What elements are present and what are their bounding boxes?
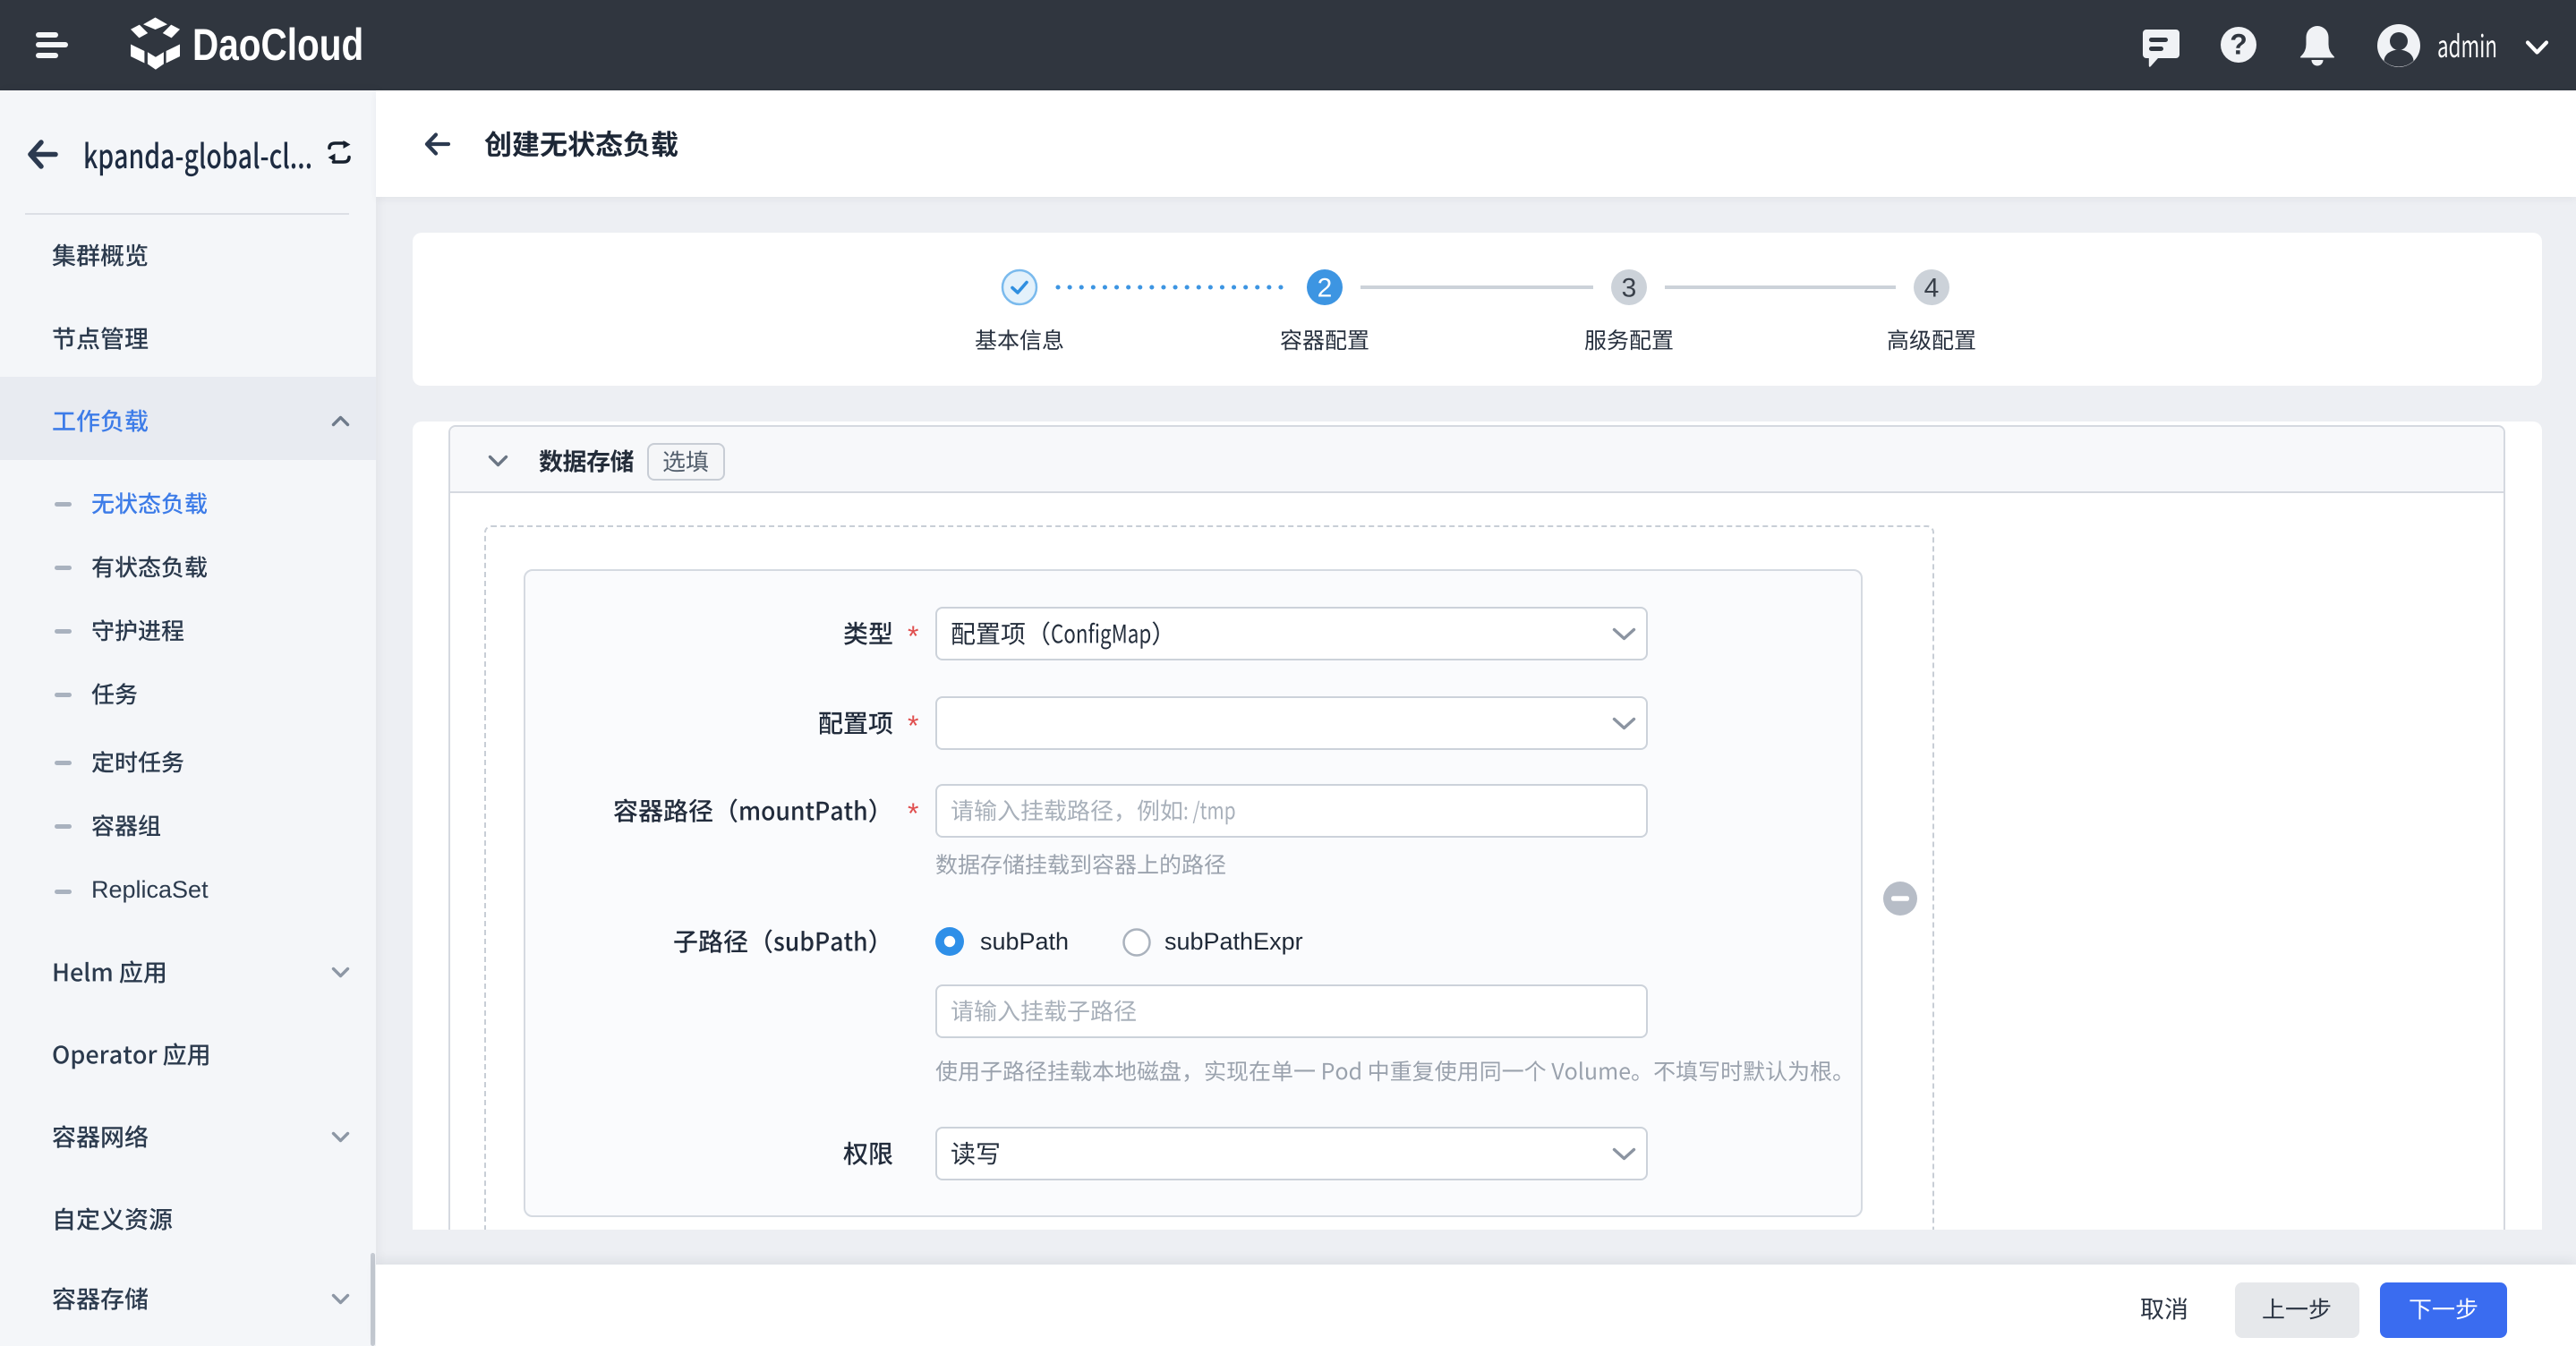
svg-text:?: ?	[2230, 29, 2248, 61]
svg-text:4: 4	[1924, 274, 1940, 303]
svg-text:3: 3	[1622, 274, 1637, 303]
svg-text:2: 2	[1318, 274, 1333, 303]
